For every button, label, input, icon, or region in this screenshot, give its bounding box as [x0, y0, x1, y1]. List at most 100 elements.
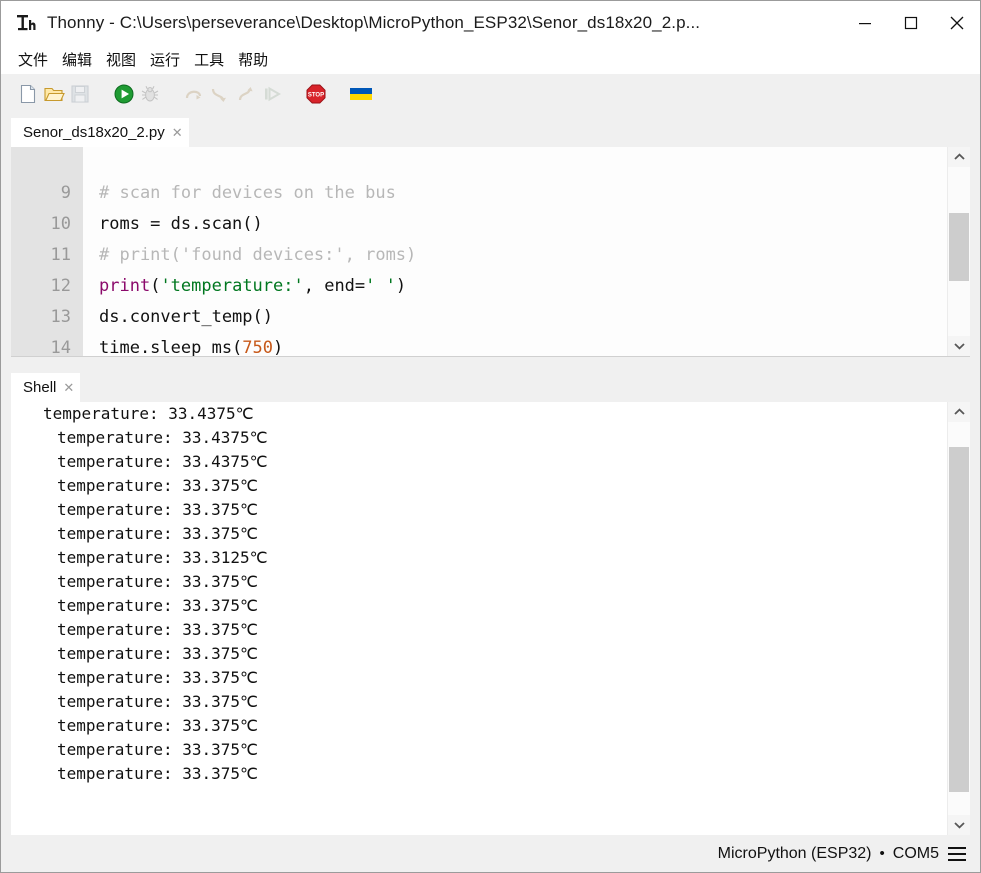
thonny-logo-icon	[15, 11, 39, 35]
line-number: 9	[11, 178, 71, 209]
shell-line: temperature: 33.375℃	[11, 666, 970, 690]
shell-scrollbar-thumb[interactable]	[949, 447, 969, 792]
shell-line: temperature: 33.375℃	[11, 570, 970, 594]
menu-item-help[interactable]: 帮助	[231, 47, 275, 72]
chevron-down-icon[interactable]	[948, 336, 970, 356]
hamburger-menu-icon[interactable]	[948, 847, 966, 861]
line-text: # scan for devices on the bus	[99, 178, 396, 209]
code-token: , end=	[304, 276, 365, 296]
line-number: 14	[11, 333, 71, 357]
shell-output[interactable]: temperature: 33.4375℃temperature: 33.437…	[11, 402, 970, 836]
editor-line: 11 # print('found devices:', roms)	[11, 240, 970, 271]
window-title: Thonny - C:\Users\perseverance\Desktop\M…	[47, 13, 700, 33]
new-file-icon[interactable]	[17, 83, 39, 105]
shell-tab[interactable]: Shell ✕	[11, 373, 80, 402]
shell-line: temperature: 33.375℃	[11, 738, 970, 762]
shell-line: temperature: 33.375℃	[11, 522, 970, 546]
editor-line: 10 roms = ds.scan()	[11, 209, 970, 240]
code-token: ' '	[365, 276, 396, 296]
shell-line: temperature: 33.375℃	[11, 498, 970, 522]
chevron-down-icon[interactable]	[948, 815, 970, 835]
shell-line: temperature: 33.375℃	[11, 474, 970, 498]
editor-tab-label: Senor_ds18x20_2.py	[23, 124, 165, 141]
minimize-button[interactable]	[842, 1, 888, 44]
open-file-icon[interactable]	[43, 83, 65, 105]
editor-scrollbar[interactable]	[947, 147, 970, 356]
shell-panel: Shell ✕ temperature: 33.4375℃temperature…	[11, 373, 970, 835]
code-token: .DS18X20(onewire.OneWire(dat))	[222, 152, 529, 172]
stop-icon[interactable]: STOP	[305, 83, 327, 105]
shell-line: temperature: 33.4375℃	[11, 426, 970, 450]
menu-item-view[interactable]: 视图	[99, 47, 143, 72]
line-text: time.sleep_ms(750)	[99, 333, 283, 357]
shell-line: temperature: 33.375℃	[11, 618, 970, 642]
resume-icon	[261, 83, 283, 105]
code-token: print	[99, 276, 150, 296]
editor-panel: Senor_ds18x20_2.py ✕ ds = ds18x20.DS18X2…	[11, 118, 970, 356]
run-icon[interactable]	[113, 83, 135, 105]
code-token: 750	[242, 338, 273, 357]
code-token: )	[273, 338, 283, 357]
shell-line: temperature: 33.375℃	[11, 594, 970, 618]
interpreter-label[interactable]: MicroPython (ESP32)	[718, 845, 872, 863]
svg-text:STOP: STOP	[308, 93, 324, 99]
code-token: ds18x20	[150, 152, 222, 172]
code-token: # print('found devices:', roms)	[99, 245, 416, 265]
chevron-up-icon[interactable]	[948, 147, 970, 167]
editor-line: 13 ds.convert_temp()	[11, 302, 970, 333]
editor-scrollbar-thumb[interactable]	[949, 213, 969, 281]
menu-item-edit[interactable]: 编辑	[55, 47, 99, 72]
maximize-button[interactable]	[888, 1, 934, 44]
shell-line: temperature: 33.375℃	[11, 642, 970, 666]
editor-line: 12 print('temperature:', end=' ')	[11, 271, 970, 302]
editor-line: 9 # scan for devices on the bus	[11, 178, 970, 209]
shell-line: temperature: 33.375℃	[11, 714, 970, 738]
line-number: 13	[11, 302, 71, 333]
editor-tab-strip: Senor_ds18x20_2.py ✕	[11, 118, 970, 148]
shell-tab-strip: Shell ✕	[11, 373, 970, 403]
shell-lines: temperature: 33.4375℃temperature: 33.437…	[11, 402, 970, 835]
code-token: ds	[99, 152, 119, 172]
line-text: # print('found devices:', roms)	[99, 240, 416, 271]
menu-item-tools[interactable]: 工具	[187, 47, 231, 72]
menu-item-run[interactable]: 运行	[143, 47, 187, 72]
code-token: )	[396, 276, 406, 296]
editor-tab-senor-ds18x20-2-py[interactable]: Senor_ds18x20_2.py ✕	[11, 118, 189, 147]
editor-line: 14 time.sleep_ms(750)	[11, 333, 970, 357]
code-token: 'temperature:'	[160, 276, 303, 296]
shell-line: temperature: 33.375℃	[11, 762, 970, 786]
code-token: (	[150, 276, 160, 296]
code-editor[interactable]: ds = ds18x20.DS18X20(onewire.OneWire(dat…	[11, 147, 970, 357]
menu-bar: 文件 编辑 视图 运行 工具 帮助	[1, 44, 980, 74]
close-button[interactable]	[934, 1, 980, 44]
port-label[interactable]: COM5	[893, 845, 939, 863]
editor-line: ds = ds18x20.DS18X20(onewire.OneWire(dat…	[11, 147, 970, 178]
line-number: 10	[11, 209, 71, 240]
status-separator: •	[880, 845, 885, 862]
shell-line: temperature: 33.4375℃	[11, 450, 970, 474]
shell-line: temperature: 33.375℃	[11, 690, 970, 714]
code-token: =	[119, 152, 150, 172]
ukraine-flag-icon[interactable]	[349, 83, 371, 105]
debug-icon[interactable]	[139, 83, 161, 105]
editor-code-lines: ds = ds18x20.DS18X20(onewire.OneWire(dat…	[11, 147, 970, 356]
shell-scrollbar[interactable]	[947, 402, 970, 835]
code-token: roms = ds.scan()	[99, 214, 263, 234]
line-number: 11	[11, 240, 71, 271]
step-out-icon	[235, 83, 257, 105]
shell-line: temperature: 33.4375℃	[11, 402, 970, 426]
shell-line: temperature: 33.3125℃	[11, 546, 970, 570]
code-token: time.sleep_ms(	[99, 338, 242, 357]
thonny-window: Thonny - C:\Users\perseverance\Desktop\M…	[0, 0, 981, 873]
line-text: ds.convert_temp()	[99, 302, 273, 333]
code-token: # scan for devices on the bus	[99, 183, 396, 203]
step-over-icon	[183, 83, 205, 105]
status-bar: MicroPython (ESP32) • COM5	[1, 835, 980, 872]
menu-item-file[interactable]: 文件	[11, 47, 55, 72]
chevron-up-icon[interactable]	[948, 402, 970, 422]
line-number: 12	[11, 271, 71, 302]
close-icon[interactable]: ✕	[172, 126, 183, 139]
close-icon[interactable]: ✕	[63, 381, 74, 394]
title-bar: Thonny - C:\Users\perseverance\Desktop\M…	[1, 1, 980, 44]
line-text: roms = ds.scan()	[99, 209, 263, 240]
